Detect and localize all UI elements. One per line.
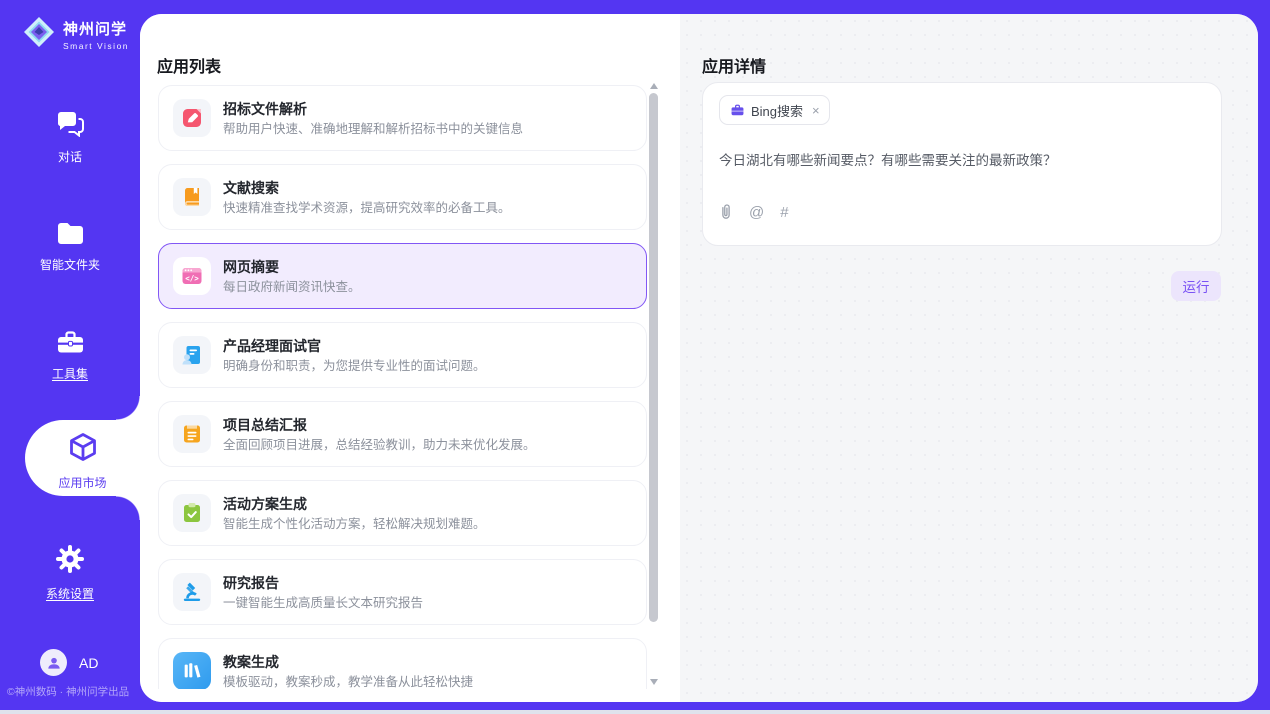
scrollbar-up-arrow-icon[interactable] (650, 83, 658, 89)
interviewer-icon (173, 336, 211, 374)
main-panel: 应用列表 招标文件解析 帮助用户快速、准确地理解和解析招标书中的关键信息 (140, 14, 1258, 702)
sidebar-item-chat[interactable]: 对话 (0, 112, 140, 165)
app-detail-title: 应用详情 (702, 53, 766, 77)
edit-square-icon (173, 99, 211, 137)
sidebar-item-label: 对话 (0, 148, 140, 165)
brand-logo: 神州问学 Smart Vision (22, 15, 129, 54)
chat-icon (56, 124, 84, 141)
briefcase-icon (730, 103, 745, 118)
mention-icon[interactable]: @ (749, 205, 764, 220)
user-name: AD (79, 655, 98, 671)
sidebar-item-label: 应用市场 (25, 474, 140, 491)
sidebar-item-label: 系统设置 (0, 585, 140, 602)
app-desc: 智能生成个性化活动方案，轻松解决规划难题。 (223, 516, 486, 532)
app-name: 研究报告 (223, 574, 423, 592)
copyright-text: ©神州数码 · 神州问学出品 (7, 684, 129, 699)
folder-icon (57, 232, 84, 249)
sidebar-item-toolset[interactable]: 工具集 (0, 330, 140, 382)
tool-chip-label: Bing搜索 (751, 101, 803, 120)
app-name: 招标文件解析 (223, 100, 523, 118)
app-name: 网页摘要 (223, 258, 361, 276)
app-desc: 快速精准查找学术资源，提高研究效率的必备工具。 (223, 200, 511, 216)
run-button[interactable]: 运行 (1171, 271, 1221, 301)
sidebar-item-app-market[interactable]: 应用市场 (25, 420, 140, 496)
app-detail-panel: 应用详情 Bing搜索 × 今日湖北有哪些新闻要点？有哪些需要关注的最新政策？ (680, 14, 1258, 702)
avatar (40, 649, 67, 676)
app-desc: 模板驱动，教案秒成，教学准备从此轻松快捷 (223, 674, 473, 690)
sidebar-item-label: 工具集 (0, 365, 140, 382)
brand-subtitle: Smart Vision (63, 41, 129, 51)
app-list-panel: 应用列表 招标文件解析 帮助用户快速、准确地理解和解析招标书中的关键信息 (140, 14, 680, 702)
app-list-item-pm-interviewer[interactable]: 产品经理面试官 明确身份和职责，为您提供专业性的面试问题。 (158, 322, 647, 388)
scrollbar-thumb[interactable] (649, 93, 658, 622)
sidebar-item-settings[interactable]: 系统设置 (0, 544, 140, 602)
app-name: 教案生成 (223, 653, 473, 671)
app-desc: 每日政府新闻资讯快查。 (223, 279, 361, 295)
brand-name: 神州问学 (63, 21, 127, 38)
chip-close-icon[interactable]: × (812, 103, 820, 118)
app-name: 产品经理面试官 (223, 337, 486, 355)
scrollbar-down-arrow-icon[interactable] (650, 679, 658, 685)
app-name: 项目总结汇报 (223, 416, 536, 434)
note-icon (173, 415, 211, 453)
clipboard-check-icon (173, 494, 211, 532)
microscope-icon (173, 573, 211, 611)
app-desc: 全面回顾项目进展，总结经验教训，助力未来优化发展。 (223, 437, 536, 453)
app-list-item-web-summary[interactable]: </> 网页摘要 每日政府新闻资讯快查。 (158, 243, 647, 309)
books-icon (173, 652, 211, 689)
toolbox-icon (57, 341, 84, 358)
app-list: 招标文件解析 帮助用户快速、准确地理解和解析招标书中的关键信息 文献搜索 快速精… (158, 85, 647, 689)
active-tab-notch-top (116, 396, 140, 420)
prompt-card[interactable]: Bing搜索 × 今日湖北有哪些新闻要点？有哪些需要关注的最新政策？ @ # (702, 82, 1222, 246)
gear-icon (55, 561, 85, 578)
paperclip-icon[interactable] (719, 203, 733, 221)
app-name: 文献搜索 (223, 179, 511, 197)
app-list-item-bid-analysis[interactable]: 招标文件解析 帮助用户快速、准确地理解和解析招标书中的关键信息 (158, 85, 647, 151)
diamond-logo-icon (22, 15, 56, 54)
query-text[interactable]: 今日湖北有哪些新闻要点？有哪些需要关注的最新政策？ (719, 151, 1199, 170)
attachment-toolbar: @ # (719, 203, 789, 221)
app-desc: 帮助用户快速、准确地理解和解析招标书中的关键信息 (223, 121, 523, 137)
app-desc: 明确身份和职责，为您提供专业性的面试问题。 (223, 358, 486, 374)
app-name: 活动方案生成 (223, 495, 486, 513)
book-icon (173, 178, 211, 216)
browser-code-icon: </> (173, 257, 211, 295)
app-list-item-literature-search[interactable]: 文献搜索 快速精准查找学术资源，提高研究效率的必备工具。 (158, 164, 647, 230)
app-list-item-event-plan[interactable]: 活动方案生成 智能生成个性化活动方案，轻松解决规划难题。 (158, 480, 647, 546)
app-list-scrollbar (648, 80, 660, 688)
cube-icon (65, 430, 101, 471)
svg-text:</>: </> (185, 274, 199, 283)
user-account[interactable]: AD (40, 649, 98, 676)
active-tab-notch-bottom (116, 496, 140, 520)
app-list-item-project-summary[interactable]: 项目总结汇报 全面回顾项目进展，总结经验教训，助力未来优化发展。 (158, 401, 647, 467)
sidebar-item-smart-folder[interactable]: 智能文件夹 (0, 222, 140, 273)
app-desc: 一键智能生成高质量长文本研究报告 (223, 595, 423, 611)
app-list-title: 应用列表 (157, 53, 221, 77)
tool-chip-bing-search[interactable]: Bing搜索 × (719, 95, 830, 125)
sidebar: 神州问学 Smart Vision 对话 智能文件夹 (0, 0, 140, 710)
sidebar-item-label: 智能文件夹 (0, 256, 140, 273)
app-list-item-research-report[interactable]: 研究报告 一键智能生成高质量长文本研究报告 (158, 559, 647, 625)
app-list-item-lesson-plan[interactable]: 教案生成 模板驱动，教案秒成，教学准备从此轻松快捷 (158, 638, 647, 689)
hashtag-icon[interactable]: # (780, 205, 788, 220)
